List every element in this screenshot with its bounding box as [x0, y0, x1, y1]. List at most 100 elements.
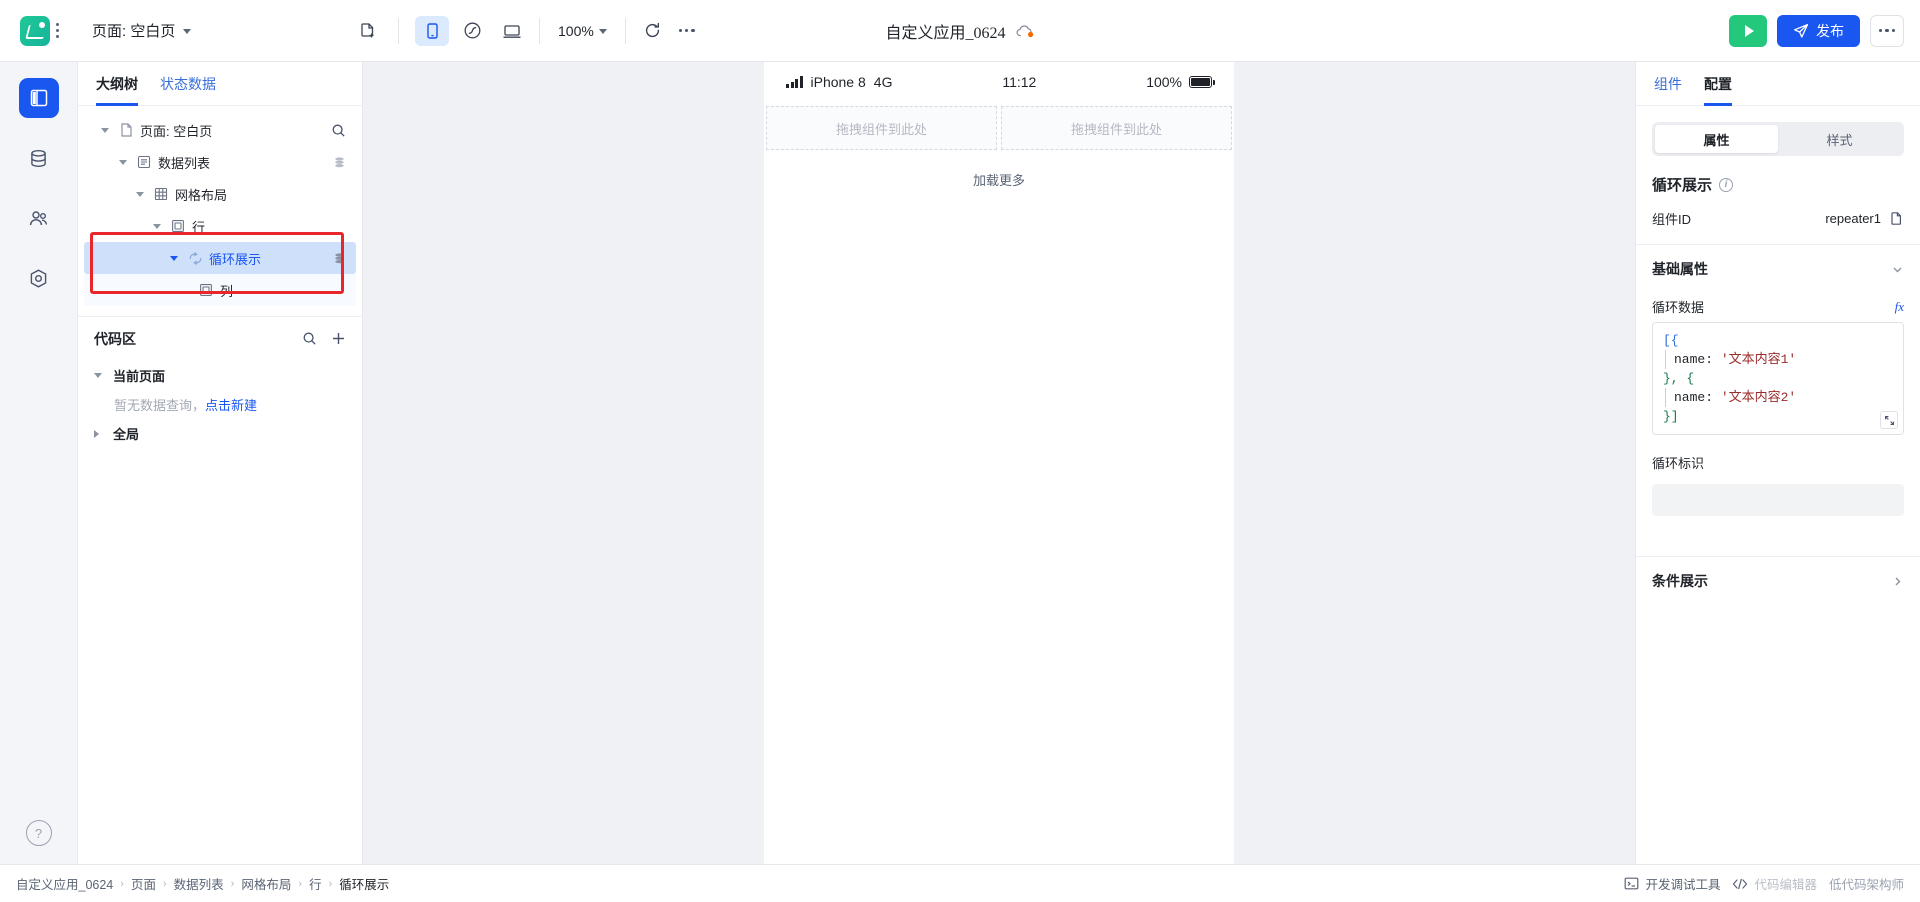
- section-basic-properties[interactable]: 基础属性: [1636, 245, 1920, 293]
- tree-node-data-list[interactable]: 数据列表: [84, 146, 356, 178]
- left-panel: 大纲树 状态数据 页面: 空白页 数据列表 网格布局 行 循环展示 列 代码区 …: [78, 62, 363, 864]
- breadcrumb-item-repeater[interactable]: 循环展示: [339, 874, 389, 893]
- plus-icon[interactable]: [331, 331, 346, 346]
- top-more-button[interactable]: [1870, 14, 1904, 47]
- loop-key-field-label-row: 循环标识: [1636, 435, 1920, 478]
- code-group-label: 全局: [113, 427, 140, 442]
- rail-item-settings[interactable]: [19, 258, 59, 298]
- new-page-button[interactable]: [348, 0, 388, 62]
- segment-styles-label: 样式: [1826, 132, 1853, 148]
- expand-icon[interactable]: [1880, 411, 1898, 429]
- clock-label: 11:12: [1002, 74, 1037, 90]
- segment-properties[interactable]: 属性: [1655, 125, 1778, 153]
- refresh-icon: [643, 21, 662, 40]
- chevron-down-icon[interactable]: [116, 159, 130, 165]
- search-icon[interactable]: [302, 331, 317, 346]
- top-toolbar: 页面: 空白页 100% 自定义应用_0624 发布: [0, 0, 1920, 62]
- breadcrumb-item-grid[interactable]: 网格布局: [241, 874, 291, 893]
- chevron-down-icon[interactable]: [167, 255, 181, 261]
- breadcrumb-separator: ›: [298, 877, 302, 890]
- toolbar-divider-2: [539, 17, 540, 44]
- copy-icon[interactable]: [1889, 211, 1904, 226]
- code-group-global[interactable]: 全局: [78, 418, 362, 449]
- breadcrumb-item-row[interactable]: 行: [309, 874, 322, 893]
- run-button[interactable]: [1729, 14, 1767, 47]
- chevron-right-icon: [1891, 575, 1904, 588]
- breadcrumb-item-page[interactable]: 页面: [131, 874, 156, 893]
- loop-data-label: 循环数据: [1652, 300, 1705, 315]
- desktop-icon: [502, 23, 522, 39]
- device-mobile-button[interactable]: [415, 15, 449, 46]
- device-miniprogram-button[interactable]: [455, 16, 489, 46]
- fx-button[interactable]: fx: [1895, 299, 1904, 315]
- code-token: name:: [1674, 352, 1721, 367]
- data-binding-icon[interactable]: [333, 156, 346, 169]
- publish-button[interactable]: 发布: [1777, 14, 1860, 47]
- tab-config[interactable]: 配置: [1704, 62, 1732, 106]
- toolbar-more-button[interactable]: [670, 16, 704, 46]
- component-title: 循环展示: [1652, 177, 1713, 194]
- info-icon[interactable]: i: [1719, 177, 1734, 192]
- tab-outline-tree[interactable]: 大纲树: [96, 62, 138, 106]
- code-group-current-page[interactable]: 当前页面: [78, 360, 362, 391]
- tab-components[interactable]: 组件: [1654, 62, 1682, 106]
- code-editor-button[interactable]: 代码编辑器: [1732, 874, 1817, 893]
- breadcrumb-separator: ›: [162, 877, 167, 890]
- canvas-area[interactable]: iPhone 8 4G 11:12 100% 拖拽组件到此处 拖拽组件到此处 加…: [363, 62, 1635, 864]
- layout-icon: [29, 88, 49, 108]
- tree-node-label: 循环展示: [209, 251, 262, 267]
- data-binding-icon[interactable]: [333, 252, 346, 265]
- tree-node-grid-layout[interactable]: 网格布局: [84, 178, 356, 210]
- load-more-label[interactable]: 加载更多: [764, 154, 1234, 189]
- segment-styles[interactable]: 样式: [1778, 125, 1901, 153]
- dropzone-right[interactable]: 拖拽组件到此处: [1001, 106, 1232, 150]
- breadcrumb-item-data-list[interactable]: 数据列表: [174, 874, 224, 893]
- dropzone-label: 拖拽组件到此处: [1070, 121, 1162, 137]
- chevron-down-icon[interactable]: [98, 127, 112, 133]
- help-button[interactable]: ?: [25, 820, 52, 846]
- tree-search-icon[interactable]: [331, 123, 346, 138]
- loop-data-code-editor[interactable]: [{ name: '文本内容1' }, { name: '文本内容2' }]: [1652, 322, 1904, 435]
- device-status-bar: iPhone 8 4G 11:12 100%: [764, 62, 1234, 102]
- page-title: 自定义应用_0624: [885, 25, 1006, 42]
- section-condition-label: 条件展示: [1652, 573, 1708, 589]
- loop-key-input[interactable]: [1652, 484, 1904, 516]
- battery-icon: [1189, 76, 1215, 88]
- toolbar-divider: [398, 17, 399, 44]
- tree-node-row[interactable]: 行: [84, 210, 356, 242]
- app-menu-icon[interactable]: [55, 23, 59, 38]
- chevron-down-icon: [183, 29, 192, 34]
- zoom-selector[interactable]: 100%: [550, 23, 615, 39]
- breadcrumb-separator: ›: [230, 877, 235, 890]
- code-area-header: 代码区: [78, 316, 362, 360]
- chevron-down-icon[interactable]: [133, 191, 147, 197]
- code-area-title: 代码区: [94, 330, 136, 347]
- terminal-icon: [1624, 877, 1639, 890]
- devtools-button[interactable]: 开发调试工具: [1624, 874, 1720, 893]
- create-query-link[interactable]: 点击新建: [205, 398, 257, 413]
- tree-node-page[interactable]: 页面: 空白页: [84, 114, 356, 146]
- code-indent-guide: name: '文本内容2': [1665, 388, 1796, 407]
- dropzone-left[interactable]: 拖拽组件到此处: [766, 106, 997, 150]
- rail-item-users[interactable]: [19, 198, 59, 238]
- section-condition-display[interactable]: 条件展示: [1636, 557, 1920, 605]
- canvas-inner: iPhone 8 4G 11:12 100% 拖拽组件到此处 拖拽组件到此处 加…: [363, 62, 1635, 864]
- loop-key-label: 循环标识: [1652, 456, 1705, 471]
- tree-node-label: 网格布局: [175, 187, 228, 203]
- code-token: '文本内容1': [1720, 352, 1797, 367]
- new-file-icon: [359, 22, 377, 40]
- page-selector[interactable]: 页面: 空白页: [78, 0, 348, 62]
- tree-node-column[interactable]: 列: [84, 274, 356, 306]
- tree-node-repeater[interactable]: 循环展示: [84, 242, 356, 274]
- tab-state-data[interactable]: 状态数据: [160, 62, 216, 106]
- segment-properties-label: 属性: [1703, 132, 1730, 148]
- chevron-down-icon[interactable]: [150, 223, 164, 229]
- left-panel-tabs: 大纲树 状态数据: [78, 62, 362, 106]
- device-desktop-button[interactable]: [495, 16, 529, 46]
- watermark-label: 低代码架构师: [1828, 878, 1904, 892]
- rail-item-pages[interactable]: [18, 78, 59, 118]
- refresh-button[interactable]: [636, 16, 670, 46]
- chevron-right-icon: [94, 429, 106, 438]
- rail-item-data[interactable]: [19, 138, 59, 178]
- breadcrumb-item-app[interactable]: 自定义应用_0624: [16, 874, 113, 893]
